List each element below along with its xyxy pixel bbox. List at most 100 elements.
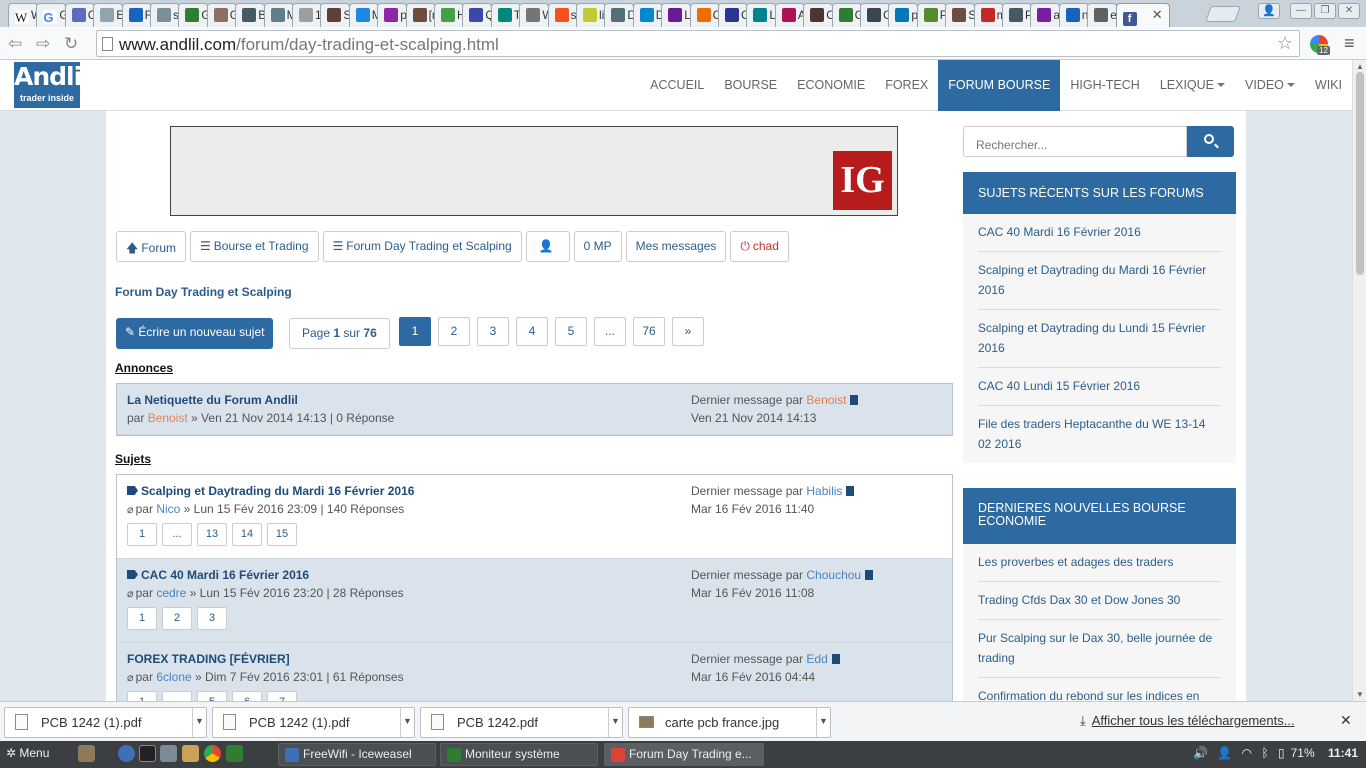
- address-bar[interactable]: www.andlil.com/forum/day-trading-et-scal…: [96, 30, 1300, 57]
- topic-page-link[interactable]: 13: [197, 523, 227, 546]
- page-link[interactable]: 76: [633, 317, 665, 346]
- ad-banner[interactable]: IG: [170, 126, 898, 216]
- search-input[interactable]: [963, 126, 1187, 157]
- browser-tab[interactable]: pa: [377, 3, 408, 27]
- close-download-bar-icon[interactable]: ✕: [1340, 712, 1352, 729]
- recent-topic-link[interactable]: Scalping et Daytrading du Mardi 16 Févri…: [978, 252, 1221, 310]
- browser-tab[interactable]: De: [604, 3, 635, 27]
- page-scrollbar[interactable]: ▲ ▼: [1352, 60, 1366, 701]
- user-icon[interactable]: 👤: [1217, 746, 1232, 760]
- recent-topic-link[interactable]: File des traders Heptacanthe du WE 13-14…: [978, 406, 1221, 463]
- topic-page-link[interactable]: 1: [127, 691, 157, 701]
- calculator-launcher-icon[interactable]: [160, 745, 177, 762]
- browser-tab[interactable]: me: [973, 3, 1004, 27]
- last-post-user-link[interactable]: Benoist: [806, 393, 846, 407]
- browser-tab[interactable]: ex: [1087, 3, 1118, 27]
- show-all-downloads-link[interactable]: ⤓ Afficher tous les téléchargements...: [1080, 713, 1295, 729]
- topic-author-link[interactable]: 6clone: [156, 670, 191, 684]
- topic-author-link[interactable]: Benoist: [148, 411, 188, 425]
- topic-author-link[interactable]: cedre: [156, 586, 186, 600]
- clock[interactable]: 11:41: [1328, 746, 1358, 760]
- view-latest-post-icon[interactable]: [831, 654, 840, 664]
- browser-tab[interactable]: WW: [8, 3, 38, 27]
- topic-page-link[interactable]: 2: [162, 607, 192, 630]
- nav-item[interactable]: FORUM BOURSE: [938, 60, 1061, 111]
- dropdown-arrow-icon[interactable]: ▼: [816, 708, 830, 737]
- volume-icon[interactable]: 🔊: [1193, 746, 1208, 760]
- new-tab-button[interactable]: [1205, 6, 1241, 22]
- browser-tab[interactable]: lip: [576, 3, 606, 27]
- news-link[interactable]: Trading Cfds Dax 30 et Dow Jones 30: [978, 582, 1221, 620]
- browser-tab[interactable]: Le: [661, 3, 692, 27]
- browser-launcher-icon[interactable]: [118, 745, 135, 762]
- terminal-launcher-icon[interactable]: [139, 745, 156, 762]
- page-link[interactable]: 3: [477, 317, 509, 346]
- browser-tab[interactable]: alc: [1030, 3, 1061, 27]
- minimize-icon[interactable]: —: [1290, 3, 1312, 19]
- scroll-up-icon[interactable]: ▲: [1356, 62, 1364, 71]
- forward-icon[interactable]: ⇨: [36, 34, 50, 54]
- browser-tab[interactable]: PC: [1002, 3, 1032, 27]
- bluetooth-icon[interactable]: ᛒ: [1261, 746, 1268, 760]
- forum-button[interactable]: 0 MP: [573, 231, 622, 262]
- forum-title[interactable]: Forum Day Trading et Scalping: [115, 285, 292, 299]
- chrome-launcher-icon[interactable]: [204, 745, 221, 762]
- browser-tab[interactable]: Co: [803, 3, 834, 27]
- last-post-user-link[interactable]: Chouchou: [806, 568, 861, 582]
- browser-tab[interactable]: Bo: [235, 3, 266, 27]
- recent-topic-link[interactable]: CAC 40 Mardi 16 Février 2016: [978, 214, 1221, 252]
- reload-icon[interactable]: ↻: [64, 34, 78, 54]
- browser-tab[interactable]: An: [774, 3, 805, 27]
- view-latest-post-icon[interactable]: [846, 486, 855, 496]
- page-link[interactable]: »: [672, 317, 704, 346]
- topic-title-link[interactable]: La Netiquette du Forum Andlil: [127, 393, 298, 407]
- browser-tab[interactable]: Ca: [689, 3, 720, 27]
- browser-tab[interactable]: Ca: [718, 3, 748, 27]
- last-post-user-link[interactable]: Habilis: [806, 484, 842, 498]
- taskbar-window-button[interactable]: FreeWifi - Iceweasel: [278, 743, 436, 766]
- browser-tab[interactable]: CC: [64, 3, 95, 27]
- topic-title-link[interactable]: FOREX TRADING [FÉVRIER]: [127, 652, 290, 666]
- dropdown-arrow-icon[interactable]: ▼: [400, 708, 414, 737]
- scroll-down-icon[interactable]: ▼: [1356, 690, 1364, 699]
- browser-tab[interactable]: Qu: [462, 3, 493, 27]
- browser-tab[interactable]: GG: [36, 3, 67, 27]
- search-button[interactable]: [1187, 126, 1234, 157]
- view-latest-post-icon[interactable]: [850, 395, 859, 405]
- forum-button[interactable]: 🡅 Forum: [116, 231, 187, 262]
- nav-item[interactable]: ECONOMIE: [787, 60, 875, 111]
- recent-topic-link[interactable]: CAC 40 Lundi 15 Février 2016: [978, 368, 1221, 406]
- topic-author-link[interactable]: Nico: [156, 502, 180, 516]
- browser-tab-active[interactable]: f ✕: [1115, 3, 1170, 27]
- download-item[interactable]: PCB 1242 (1).pdf ▼: [4, 707, 207, 738]
- scrollbar-thumb[interactable]: [1356, 72, 1364, 275]
- dropdown-arrow-icon[interactable]: ▼: [608, 708, 622, 737]
- topic-page-link[interactable]: 14: [232, 523, 262, 546]
- browser-tab[interactable]: Sit: [320, 3, 351, 27]
- news-link[interactable]: Pur Scalping sur le Dax 30, belle journé…: [978, 620, 1221, 678]
- browser-tab[interactable]: Fo: [121, 3, 152, 27]
- forum-button[interactable]: ☰ Bourse et Trading: [190, 231, 319, 262]
- nav-item[interactable]: ACCUEIL: [640, 60, 714, 111]
- recent-topic-link[interactable]: Scalping et Daytrading du Lundi 15 Févri…: [978, 310, 1221, 368]
- topic-page-link[interactable]: ...: [162, 523, 192, 546]
- browser-tab[interactable]: Gly: [831, 3, 862, 27]
- page-link[interactable]: 1: [399, 317, 431, 346]
- browser-tab[interactable]: Po: [916, 3, 947, 27]
- news-link[interactable]: Confirmation du rebond sur les indices e…: [978, 678, 1221, 701]
- topic-page-link[interactable]: 1: [127, 523, 157, 546]
- close-window-icon[interactable]: ✕: [1338, 3, 1360, 19]
- nav-item[interactable]: HIGH-TECH: [1060, 60, 1149, 111]
- browser-tab[interactable]: Gin: [206, 3, 237, 27]
- forum-button[interactable]: ⏻ chad: [730, 231, 789, 262]
- browser-tab[interactable]: Mi: [348, 3, 379, 27]
- topic-page-link[interactable]: 6: [232, 691, 262, 701]
- browser-tab[interactable]: sa: [547, 3, 578, 27]
- browser-tab[interactable]: Ma: [263, 3, 294, 27]
- tab-close-icon[interactable]: ✕: [1152, 7, 1163, 23]
- browser-tab[interactable]: Sa: [945, 3, 976, 27]
- topic-page-link[interactable]: 7: [267, 691, 297, 701]
- profile-icon[interactable]: 👤: [1258, 3, 1280, 19]
- topic-title-link[interactable]: Scalping et Daytrading du Mardi 16 Févri…: [127, 484, 414, 498]
- topic-title-link[interactable]: CAC 40 Mardi 16 Février 2016: [127, 568, 309, 582]
